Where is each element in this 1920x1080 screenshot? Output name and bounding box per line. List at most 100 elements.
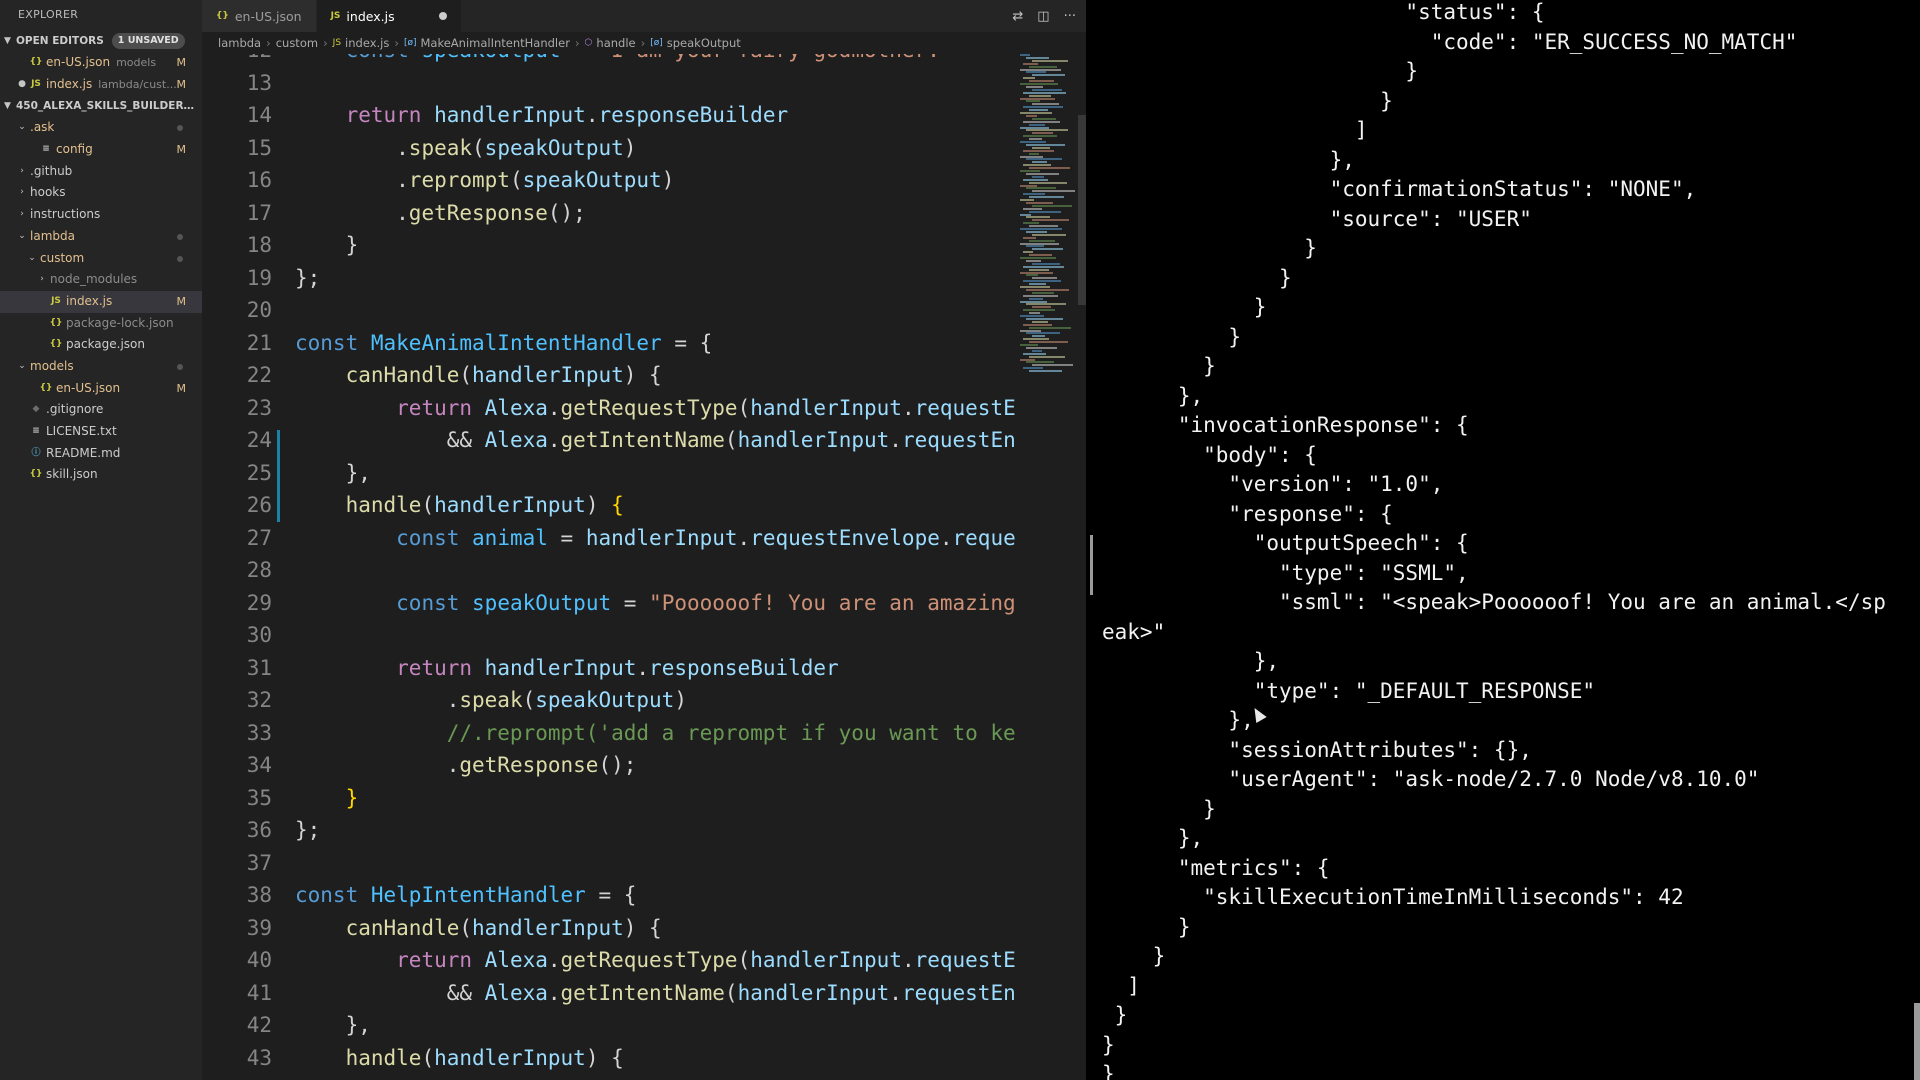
chevron-down-icon[interactable]: ⌄ (16, 226, 28, 248)
code-token: . (547, 428, 561, 452)
open-editors-header[interactable]: ▼ OPEN EDITORS 1 UNSAVED (0, 30, 202, 52)
breadcrumb-item[interactable]: handle (596, 36, 635, 50)
line-content: } (295, 229, 359, 262)
code-line[interactable]: 17 .getResponse(); (202, 197, 1016, 230)
tab-en-us-json[interactable]: {} en-US.json (202, 0, 317, 32)
open-editor-item[interactable]: {} en-US.json models M (0, 52, 202, 74)
minimap-line (1026, 361, 1054, 364)
minimap[interactable] (1016, 54, 1078, 374)
more-actions-icon[interactable]: ··· (1064, 9, 1076, 24)
code-line[interactable]: 32 .speak(speakOutput) (202, 684, 1016, 717)
panel-resize-handle[interactable] (1090, 535, 1093, 595)
tree-item-license-txt[interactable]: ≡ LICENSE.txt (0, 421, 202, 443)
minimap-line (1026, 56, 1049, 59)
chevron-down-icon[interactable]: ⌄ (16, 356, 28, 378)
code-line[interactable]: 38 const HelpIntentHandler = { (202, 879, 1016, 912)
tree-item-instructions[interactable]: › instructions (0, 204, 202, 226)
minimap-line (1029, 196, 1064, 199)
code-line[interactable]: 29 const speakOutput = "Poooooof! You ar… (202, 587, 1016, 620)
code-line[interactable]: 12 const speakOutput = 'I am your fairy … (202, 54, 1016, 67)
terminal-output[interactable]: "status": { "code": "ER_SUCCESS_NO_MATCH… (1086, 0, 1920, 1080)
tree-item-node-modules[interactable]: › node_modules (0, 269, 202, 291)
breadcrumb-item[interactable]: index.js (345, 36, 389, 50)
code-line[interactable]: 34 .getResponse(); (202, 749, 1016, 782)
tree-item--github[interactable]: › .github (0, 161, 202, 183)
breadcrumb-item[interactable]: speakOutput (667, 36, 741, 50)
code-token: ) (623, 135, 637, 160)
minimap-line (1029, 210, 1061, 213)
code-line[interactable]: 28 (202, 554, 1016, 587)
tab-index-js[interactable]: JS index.js (316, 0, 462, 32)
code-line[interactable]: 30 (202, 619, 1016, 652)
breadcrumb-item[interactable]: custom (276, 36, 318, 50)
tree-item-hooks[interactable]: › hooks (0, 182, 202, 204)
code-token: responseBuilder (649, 655, 839, 680)
minimap-line (1032, 262, 1060, 265)
code-line[interactable]: 39 canHandle(handlerInput) { (202, 912, 1016, 945)
code-line[interactable]: 14 return handlerInput.responseBuilder (202, 99, 1016, 132)
terminal-scrollbar[interactable] (1914, 1003, 1920, 1080)
tree-item-models[interactable]: ⌄ models (0, 356, 202, 378)
code-line[interactable]: 36}; (202, 814, 1016, 847)
code-line[interactable]: 19}; (202, 262, 1016, 295)
tree-item-skill-json[interactable]: {} skill.json (0, 464, 202, 486)
code-line[interactable]: 42 }, (202, 1009, 1016, 1042)
code-token: speak (459, 688, 523, 712)
breadcrumb-item[interactable]: MakeAnimalIntentHandler (421, 36, 570, 50)
minimap-line (1032, 364, 1073, 367)
unsaved-dot-icon[interactable]: ● (16, 74, 28, 96)
compare-changes-icon[interactable]: ⇄ (1012, 9, 1023, 24)
code-line[interactable]: 24 && Alexa.getIntentName(handlerInput.r… (202, 424, 1016, 457)
tree-item-custom[interactable]: ⌄ custom (0, 248, 202, 270)
code-token: const (346, 54, 409, 62)
git-status-badge: M (176, 143, 187, 157)
code-line[interactable]: 25 }, (202, 457, 1016, 490)
code-line[interactable]: 15 .speak(speakOutput) (202, 132, 1016, 165)
code-line[interactable]: 21 const MakeAnimalIntentHandler = { (202, 327, 1016, 360)
chevron-right-icon[interactable]: › (36, 269, 48, 291)
unsaved-dot-icon[interactable] (438, 12, 447, 20)
code-line[interactable]: 41 && Alexa.getIntentName(handlerInput.r… (202, 977, 1016, 1010)
tree-item-lambda[interactable]: ⌄ lambda (0, 226, 202, 248)
tree-item-config[interactable]: ≡ config M (0, 139, 202, 161)
chevron-down-icon[interactable]: ⌄ (16, 117, 28, 139)
code-token: . (295, 200, 409, 225)
tree-item-index-js[interactable]: JS index.js M (0, 290, 202, 313)
breadcrumb-item[interactable]: lambda (218, 36, 261, 50)
tree-item-en-us-json[interactable]: {} en-US.json M (0, 378, 202, 400)
tree-item--gitignore[interactable]: ◆ .gitignore (0, 399, 202, 421)
code-line[interactable]: 16 .reprompt(speakOutput) (202, 164, 1016, 197)
line-number: 20 (246, 298, 272, 322)
code-line[interactable]: 18 } (202, 229, 1016, 262)
tree-item-package-json[interactable]: {} package.json (0, 334, 202, 356)
code-line[interactable]: 31 return handlerInput.responseBuilder (202, 652, 1016, 685)
editor-scrollbar[interactable] (1078, 115, 1086, 305)
split-editor-icon[interactable]: ◫ (1037, 9, 1049, 24)
code-line[interactable]: 13 (202, 67, 1016, 100)
code-line[interactable]: 22 canHandle(handlerInput) { (202, 359, 1016, 392)
code-line[interactable]: 27 const animal = handlerInput.requestEn… (202, 522, 1016, 555)
code-line[interactable]: 33 //.reprompt('add a reprompt if you wa… (202, 717, 1016, 750)
chevron-right-icon[interactable]: › (16, 161, 28, 183)
code-line[interactable]: 35 } (202, 782, 1016, 815)
chevron-right-icon[interactable]: › (16, 204, 28, 226)
tree-item-package-lock-json[interactable]: {} package-lock.json (0, 313, 202, 335)
code-area[interactable]: 12 const speakOutput = 'I am your fairy … (202, 54, 1016, 1080)
minimap-line (1026, 317, 1063, 320)
code-token: speakOutput (522, 168, 662, 192)
line-content: }, (295, 1009, 371, 1042)
chevron-down-icon[interactable]: ⌄ (26, 248, 38, 270)
project-folder-header[interactable]: ▼ 450_ALEXA_SKILLS_BUILDER_ESS... (0, 95, 202, 117)
tree-item-readme-md[interactable]: ⓘ README.md (0, 443, 202, 465)
code-line[interactable]: 26 handle(handlerInput) { (202, 489, 1016, 522)
code-line[interactable]: 40 return Alexa.getRequestType(handlerIn… (202, 944, 1016, 977)
code-line[interactable]: 20 (202, 294, 1016, 327)
chevron-right-icon[interactable]: › (16, 182, 28, 204)
code-line[interactable]: 37 (202, 847, 1016, 880)
open-editor-item[interactable]: ● JS index.js lambda/cust... M (0, 74, 202, 96)
tree-item--ask[interactable]: ⌄ .ask (0, 117, 202, 139)
code-line[interactable]: 23 return Alexa.getRequestType(handlerIn… (202, 392, 1016, 425)
code-line[interactable]: 43 handle(handlerInput) { (202, 1042, 1016, 1075)
code-token: canHandle (345, 915, 460, 940)
js-file-icon: JS (332, 38, 342, 48)
